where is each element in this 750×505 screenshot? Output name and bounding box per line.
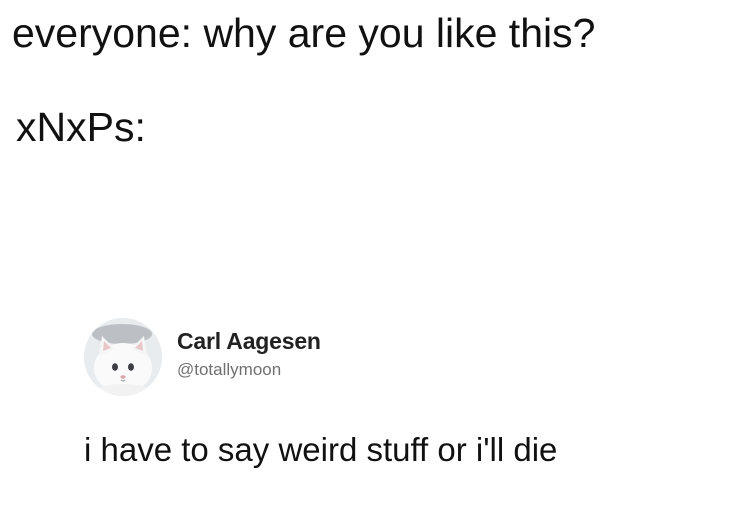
embedded-tweet: Carl Aagesen @totallymoon i have to say … bbox=[84, 318, 734, 468]
tweet-header: Carl Aagesen @totallymoon bbox=[84, 318, 734, 396]
author-handle: @totallymoon bbox=[177, 359, 282, 379]
author-display-name: Carl Aagesen bbox=[177, 328, 321, 355]
white-cat-avatar-icon bbox=[84, 318, 162, 396]
tweet-author: Carl Aagesen @totallymoon bbox=[177, 328, 321, 382]
caption-line-1: everyone: why are you like this? bbox=[12, 10, 596, 56]
white-cat-avatar bbox=[84, 318, 162, 396]
tweet-text: i have to say weird stuff or i'll die bbox=[84, 431, 558, 468]
caption-line-2: xNxPs: bbox=[16, 104, 146, 150]
